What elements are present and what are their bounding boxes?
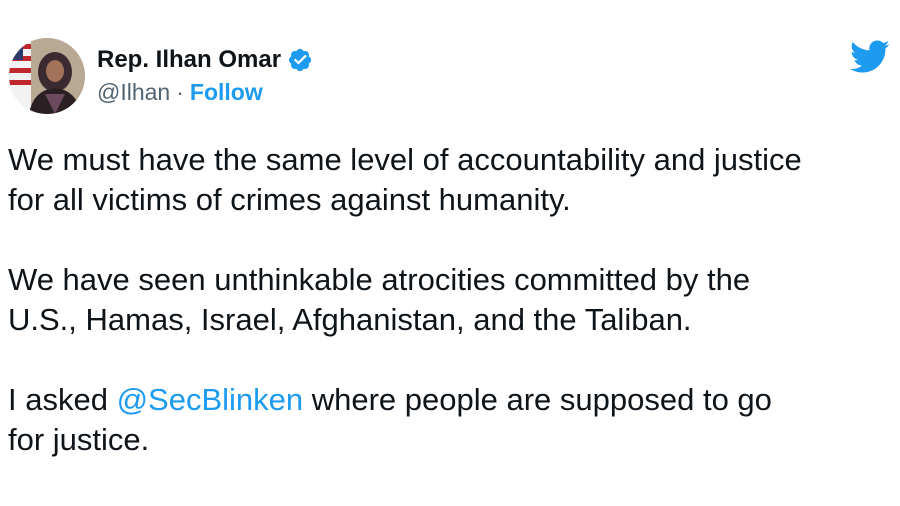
twitter-bird-icon[interactable] (850, 40, 890, 74)
tweet-text: We must have the same level of accountab… (8, 140, 888, 460)
tweet-header: Rep. Ilhan Omar @Ilhan · Follow (9, 38, 313, 114)
tweet-line: U.S., Hamas, Israel, Afghanistan, and th… (8, 302, 692, 337)
display-name[interactable]: Rep. Ilhan Omar (97, 44, 281, 76)
tweet-paragraph-2: We have seen unthinkable atrocities comm… (8, 260, 888, 340)
verified-badge-icon (287, 47, 313, 73)
tweet-line: We have seen unthinkable atrocities comm… (8, 262, 751, 297)
separator-dot: · (176, 79, 184, 105)
follow-button[interactable]: Follow (190, 76, 263, 108)
handle-row: @Ilhan · Follow (97, 76, 313, 108)
tweet-line: for justice. (8, 422, 150, 457)
name-row: Rep. Ilhan Omar (97, 44, 313, 76)
avatar-image (9, 38, 85, 114)
tweet-paragraph-1: We must have the same level of accountab… (8, 140, 888, 220)
tweet-text-fragment: I asked (8, 382, 117, 417)
tweet-text-fragment: where people are supposed to go (303, 382, 772, 417)
tweet-line: I asked @SecBlinken where people are sup… (8, 380, 888, 420)
user-info: Rep. Ilhan Omar @Ilhan · Follow (97, 38, 313, 108)
tweet-card: Rep. Ilhan Omar @Ilhan · Follow We must … (0, 0, 900, 506)
avatar[interactable] (9, 38, 85, 114)
tweet-line: We must have the same level of accountab… (8, 142, 802, 177)
mention-link[interactable]: @SecBlinken (117, 382, 304, 417)
handle[interactable]: @Ilhan (97, 76, 170, 108)
tweet-paragraph-3: I asked @SecBlinken where people are sup… (8, 380, 888, 460)
tweet-line: for all victims of crimes against humani… (8, 182, 571, 217)
